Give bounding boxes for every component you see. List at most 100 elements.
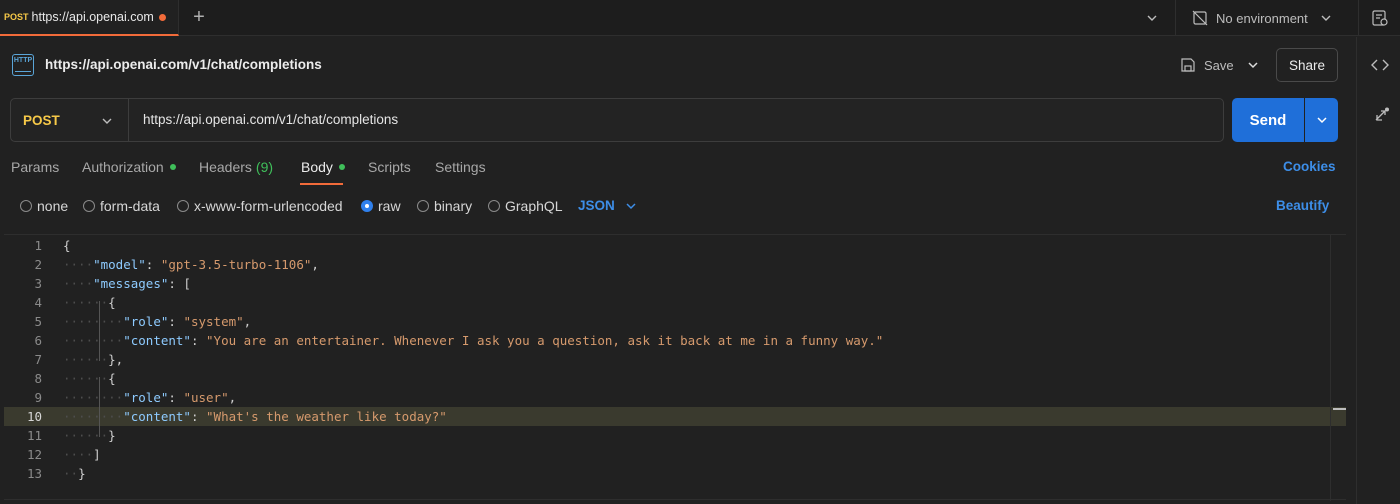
code-line: 7 ······}, — [4, 350, 1346, 369]
request-tab[interactable]: POST https://api.openai.com — [0, 0, 179, 36]
url-input[interactable]: https://api.openai.com/v1/chat/completio… — [143, 112, 1203, 127]
code-line: 2 ····"model": "gpt-3.5-turbo-1106", — [4, 255, 1346, 274]
code-line: 3 ····"messages": [ — [4, 274, 1346, 293]
beautify-link[interactable]: Beautify — [1276, 198, 1329, 213]
tab-scripts[interactable]: Scripts — [368, 159, 411, 175]
chevron-down-icon — [1321, 15, 1331, 21]
json-string: "system" — [183, 314, 244, 329]
tab-settings[interactable]: Settings — [435, 159, 486, 175]
tab-headers[interactable]: Headers (9) — [199, 159, 273, 175]
environment-quick-look-button[interactable] — [1358, 0, 1400, 36]
code-text: { — [63, 238, 71, 253]
code-line: 4 ······{ — [4, 293, 1346, 312]
code-text: ····"messages": [ — [63, 276, 191, 291]
json-key: "role" — [123, 314, 169, 329]
tab-method: POST — [4, 12, 29, 22]
tab-body[interactable]: Body — [301, 159, 345, 175]
code-line: 5 ········"role": "system", — [4, 312, 1346, 331]
radio-raw[interactable]: raw — [361, 198, 401, 214]
line-number: 13 — [26, 466, 42, 481]
save-label: Save — [1204, 57, 1234, 73]
chevron-down-icon[interactable] — [1144, 11, 1160, 25]
radio-binary[interactable]: binary — [417, 198, 472, 214]
line-number: 2 — [34, 257, 42, 272]
code-text: ······}, — [63, 352, 124, 367]
tab-params[interactable]: Params — [11, 159, 59, 175]
code-text: ······{ — [63, 371, 116, 386]
code-text: ······} — [63, 428, 116, 443]
chevron-down-icon — [102, 118, 112, 124]
line-number: 6 — [34, 333, 42, 348]
active-tab-indicator — [300, 183, 343, 185]
code-icon[interactable] — [1371, 57, 1389, 73]
line-number: 3 — [34, 276, 42, 291]
json-key: "model" — [93, 257, 146, 272]
request-header: HTTP https://api.openai.com/v1/chat/comp… — [0, 37, 1356, 93]
cookies-link[interactable]: Cookies — [1283, 159, 1336, 174]
send-options-button[interactable] — [1305, 98, 1338, 142]
radio-label: x-www-form-urlencoded — [194, 198, 343, 214]
radio-urlencoded[interactable]: x-www-form-urlencoded — [177, 198, 343, 214]
save-options-chevron-icon[interactable] — [1246, 59, 1260, 71]
environment-label: No environment — [1216, 10, 1308, 26]
tab-body-label: Body — [301, 159, 333, 175]
code-line-highlighted: 10 ········"content": "What's the weather… — [4, 407, 1346, 426]
code-text: ········"content": "What's the weather l… — [63, 409, 447, 424]
unsaved-dot-icon — [158, 13, 166, 21]
json-key: "content" — [123, 333, 191, 348]
line-number: 12 — [26, 447, 42, 462]
editor-scrollbar[interactable] — [1330, 235, 1346, 501]
json-string: "What's the weather like today?" — [206, 409, 447, 424]
related-collections-icon[interactable] — [1372, 107, 1390, 125]
indent-guide — [99, 377, 100, 437]
tab-bar: POST https://api.openai.com + No environ… — [0, 0, 1400, 36]
format-label: JSON — [578, 198, 615, 213]
code-line: 1{ — [4, 236, 1346, 255]
chevron-down-icon — [1316, 117, 1327, 124]
save-icon — [1181, 58, 1195, 72]
line-number: 8 — [34, 371, 42, 386]
radio-circle — [20, 200, 32, 212]
json-string: "gpt-3.5-turbo-1106" — [160, 257, 312, 272]
line-number: 5 — [34, 314, 42, 329]
url-bar: POST https://api.openai.com/v1/chat/comp… — [10, 98, 1224, 142]
format-selector[interactable]: JSON — [578, 198, 637, 213]
line-number: 1 — [34, 238, 42, 253]
code-text: ······{ — [63, 295, 116, 310]
radio-none[interactable]: none — [20, 198, 68, 214]
right-sidebar — [1356, 37, 1400, 504]
radio-form-data[interactable]: form-data — [83, 198, 160, 214]
json-key: "content" — [123, 409, 191, 424]
radio-circle — [177, 200, 189, 212]
radio-label: raw — [378, 198, 401, 214]
code-line: 9 ········"role": "user", — [4, 388, 1346, 407]
send-button[interactable]: Send — [1232, 98, 1304, 142]
environment-selector[interactable]: No environment — [1175, 0, 1345, 36]
code-text: ········"role": "user", — [63, 390, 237, 405]
share-button[interactable]: Share — [1276, 48, 1338, 82]
environment-quick-look-icon — [1371, 10, 1388, 26]
method-selector[interactable]: POST — [11, 99, 129, 141]
request-title[interactable]: https://api.openai.com/v1/chat/completio… — [45, 57, 322, 72]
code-text: ········"role": "system", — [63, 314, 252, 329]
json-key: "messages" — [93, 276, 169, 291]
tab-authorization-label: Authorization — [82, 159, 164, 175]
code-line: 6 ········"content": "You are an entertai… — [4, 331, 1346, 350]
radio-circle — [488, 200, 500, 212]
radio-graphql[interactable]: GraphQL — [488, 198, 563, 214]
new-tab-button[interactable]: + — [188, 7, 210, 29]
json-string: "user" — [183, 390, 229, 405]
code-line: 8 ······{ — [4, 369, 1346, 388]
body-type-options: none form-data x-www-form-urlencoded raw… — [0, 192, 1356, 220]
radio-label: binary — [434, 198, 473, 214]
code-editor[interactable]: 1{ 2 ····"model": "gpt-3.5-turbo-1106", 3… — [4, 234, 1346, 501]
indent-guide — [99, 301, 100, 361]
tab-title: https://api.openai.com — [31, 10, 154, 24]
line-number: 4 — [34, 295, 42, 310]
radio-circle-selected — [361, 200, 373, 212]
code-text: ····] — [63, 447, 101, 462]
save-button[interactable]: Save — [1180, 53, 1234, 77]
radio-circle — [83, 200, 95, 212]
headers-count: (9) — [255, 159, 274, 175]
tab-authorization[interactable]: Authorization — [82, 159, 176, 175]
